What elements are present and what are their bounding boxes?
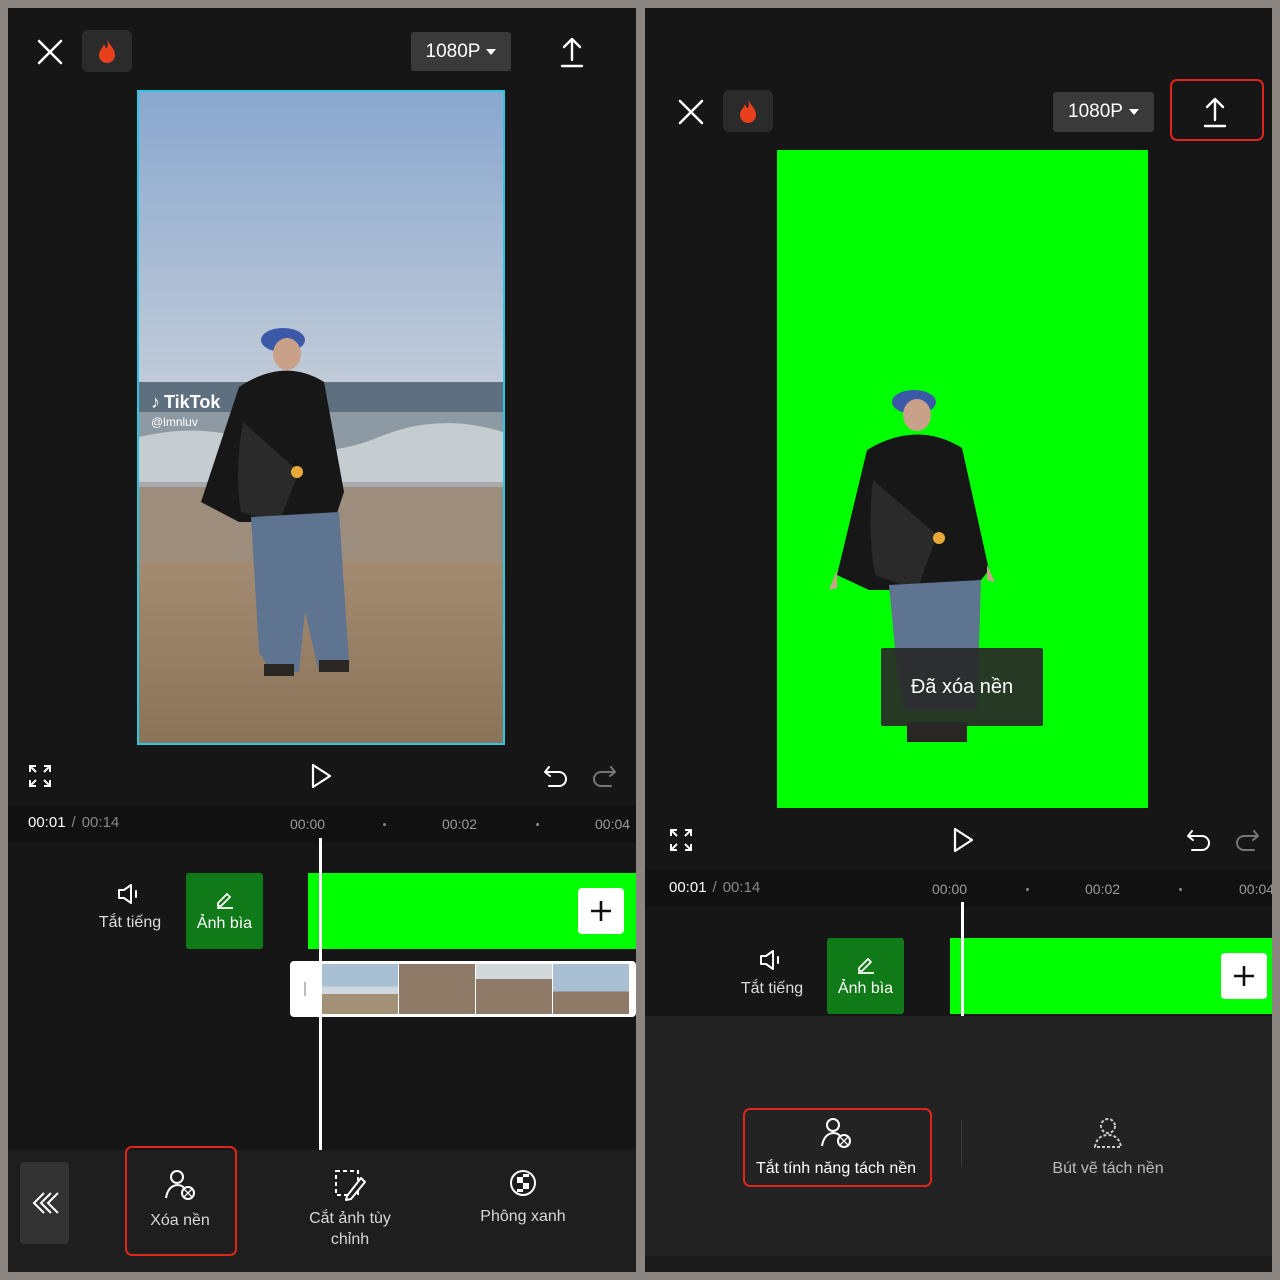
time-display: 00:01 / 00:14 xyxy=(28,814,119,831)
checker-ball-icon xyxy=(510,1170,536,1196)
mute-button[interactable]: Tắt tiếng xyxy=(90,882,170,946)
flame-icon[interactable] xyxy=(723,90,773,132)
highlight-box xyxy=(743,1108,932,1187)
clip-thumbnail xyxy=(322,964,398,1014)
chevron-down-icon xyxy=(1128,109,1139,115)
tool-custom-crop[interactable]: Cắt ảnh tùy chỉnh xyxy=(290,1168,410,1258)
tick-label: 00:04 xyxy=(595,816,631,832)
playhead[interactable] xyxy=(319,838,322,1150)
flame-icon[interactable] xyxy=(82,30,132,72)
cover-label: Ảnh bìa xyxy=(837,980,894,997)
undo-icon[interactable] xyxy=(542,762,570,790)
total-time: 00:14 xyxy=(81,814,120,831)
cover-button[interactable]: Ảnh bìa xyxy=(827,938,904,1014)
pencil-icon xyxy=(216,893,233,909)
trim-handle[interactable] xyxy=(294,969,316,1009)
tick-dot xyxy=(536,823,539,826)
current-time: 00:01 xyxy=(669,879,707,896)
tiktok-logo-icon: ♪ xyxy=(151,392,160,412)
time-separator: / xyxy=(71,814,76,831)
clip-thumbnail xyxy=(476,964,552,1014)
resolution-label: 1080P xyxy=(1068,101,1123,122)
fullscreen-icon[interactable] xyxy=(26,762,54,790)
mute-label: Tắt tiếng xyxy=(740,980,804,997)
tool-green-screen[interactable]: Phông xanh xyxy=(468,1168,578,1238)
speaker-icon xyxy=(760,950,779,970)
tiktok-watermark: ♪ TikTok @lmnluv xyxy=(151,392,220,429)
add-clip-button[interactable] xyxy=(1221,953,1267,999)
watermark-user: @lmnluv xyxy=(151,415,198,429)
video-clip-strip[interactable] xyxy=(290,961,636,1017)
double-chevron-left-icon xyxy=(32,1192,59,1214)
tick-label: 00:02 xyxy=(442,816,478,832)
close-icon[interactable] xyxy=(673,94,709,130)
divider xyxy=(961,1120,962,1166)
mute-label: Tắt tiếng xyxy=(98,914,162,931)
tool-label: Phông xanh xyxy=(480,1208,566,1225)
tick-dot xyxy=(1179,888,1182,891)
mute-button[interactable]: Tắt tiếng xyxy=(732,948,812,1012)
video-preview[interactable]: ♪ TikTok @lmnluv xyxy=(137,90,505,745)
chevron-down-icon xyxy=(486,48,497,55)
fullscreen-icon[interactable] xyxy=(667,826,695,854)
close-icon[interactable] xyxy=(32,34,68,70)
clip-thumbnail xyxy=(553,964,629,1014)
person-outline-icon xyxy=(1093,1117,1123,1148)
plus-icon xyxy=(1234,966,1254,986)
highlight-box xyxy=(1170,79,1264,141)
left-panel: 1080P ♪ TikTok @lmnluv 00:01 / 00:14 00:… xyxy=(8,8,636,1272)
crop-custom-icon xyxy=(335,1170,366,1201)
resolution-button[interactable]: 1080P xyxy=(411,32,511,71)
tick-label: 00:04 xyxy=(1239,881,1272,897)
right-panel: 1080P Đã xóa nền 00:01 / 00:14 00:00 00:… xyxy=(645,8,1272,1272)
option-brush-background-removal[interactable]: Bút vẽ tách nền xyxy=(1033,1110,1183,1184)
highlight-box xyxy=(125,1146,237,1256)
play-icon[interactable] xyxy=(948,824,978,856)
video-preview[interactable]: Đã xóa nền xyxy=(777,150,1148,808)
resolution-label: 1080P xyxy=(425,40,481,62)
play-icon[interactable] xyxy=(306,760,336,792)
tick-dot xyxy=(383,823,386,826)
home-indicator-bar xyxy=(645,1256,1272,1272)
time-separator: / xyxy=(712,879,717,896)
cover-label: Ảnh bìa xyxy=(196,915,253,932)
plus-icon xyxy=(591,901,611,921)
resolution-button[interactable]: 1080P xyxy=(1053,92,1154,132)
redo-icon[interactable] xyxy=(590,762,618,790)
option-label: Bút vẽ tách nền xyxy=(1052,1159,1164,1177)
tool-label: Cắt ảnh tùy chỉnh xyxy=(309,1210,391,1248)
undo-icon[interactable] xyxy=(1185,826,1213,854)
clip-thumbnail xyxy=(399,964,475,1014)
total-time: 00:14 xyxy=(722,879,761,896)
add-clip-button[interactable] xyxy=(578,888,624,934)
cover-button[interactable]: Ảnh bìa xyxy=(186,873,263,949)
current-time: 00:01 xyxy=(28,814,66,831)
toast-message: Đã xóa nền xyxy=(910,676,1014,698)
tick-label: 00:02 xyxy=(1085,881,1121,897)
redo-icon[interactable] xyxy=(1233,826,1261,854)
back-button[interactable] xyxy=(20,1162,69,1244)
export-icon[interactable] xyxy=(554,32,590,72)
pencil-icon xyxy=(857,958,874,974)
time-display: 00:01 / 00:14 xyxy=(669,879,760,896)
watermark-brand: TikTok xyxy=(164,392,221,412)
playhead[interactable] xyxy=(961,902,964,1016)
speaker-icon xyxy=(118,884,137,904)
tick-label: 00:00 xyxy=(932,881,968,897)
tick-label: 00:00 xyxy=(290,816,326,832)
tick-dot xyxy=(1026,888,1029,891)
